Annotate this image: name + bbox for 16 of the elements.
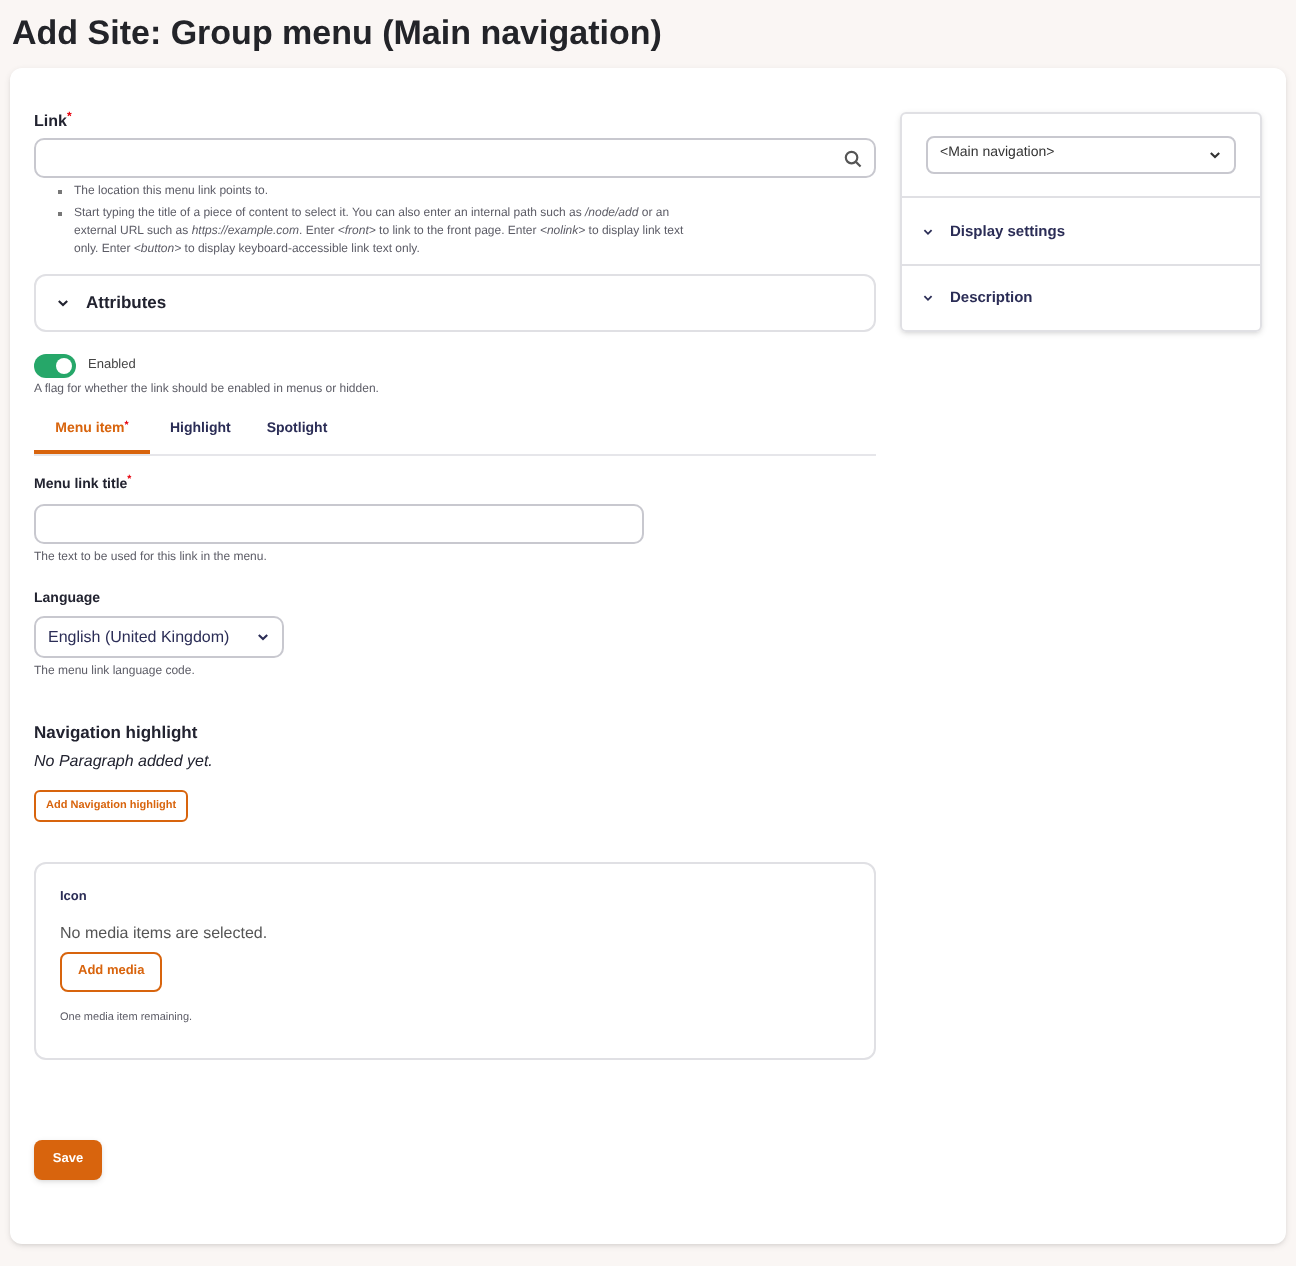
empty-message: No Paragraph added yet.: [34, 749, 215, 774]
attributes-section[interactable]: Attributes: [34, 274, 876, 332]
link-field[interactable]: [34, 138, 876, 178]
chevron-icon: [922, 292, 934, 304]
enabled-toggle[interactable]: [34, 354, 76, 378]
link-label: Link$^{*}$: [34, 112, 74, 132]
chevron-icon: [256, 630, 270, 644]
search-icon: [844, 149, 862, 167]
section-heading: Navigation highlight: [34, 720, 200, 746]
chevron-icon: [1208, 148, 1222, 162]
menu-link-title-field[interactable]: [34, 503, 644, 543]
empty-message: No media items are selected.: [60, 921, 270, 945]
chevron-icon: [922, 225, 934, 237]
page-title: Add Site: Group menu (Main navigation): [10, 12, 664, 56]
chevron-icon: [56, 296, 70, 310]
language-select[interactable]: English (United Kingdom): [34, 616, 284, 658]
